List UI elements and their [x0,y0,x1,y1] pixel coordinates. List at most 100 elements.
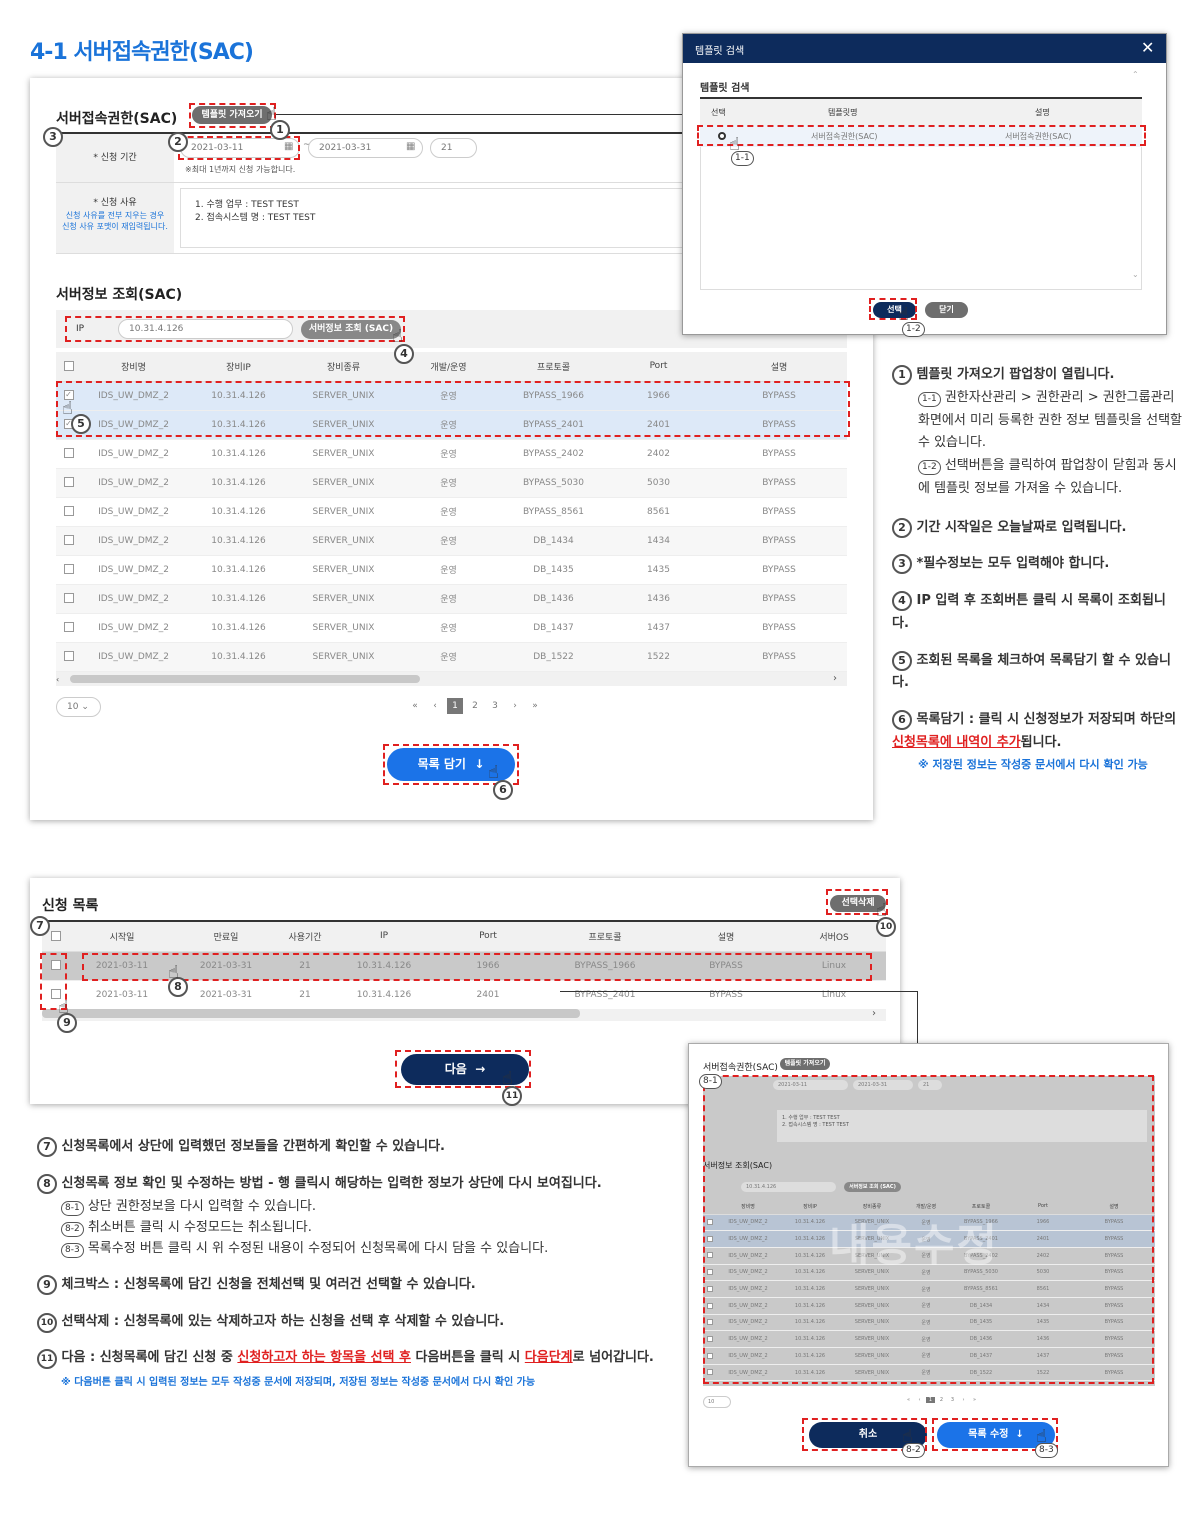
apply-col-header: 프로토콜 [540,922,670,952]
cell-ip: 10.31.4.126 [186,555,291,585]
cell-name: IDS_UW_DMZ_2 [81,439,186,469]
pagination: «‹ 1 2 3 ›» [405,698,545,716]
page-link[interactable]: » [527,698,543,714]
row-checkbox[interactable] [63,622,74,633]
table-row[interactable]: IDS_UW_DMZ_2 10.31.4.126 SERVER_UNIX 운영 DB_1… [56,584,847,614]
page-link[interactable]: › [959,1397,968,1403]
notes-right: 1 템플릿 가져오기 팝업창이 열립니다. 1-1 권한자산관리 > 권한관리 … [892,365,1182,771]
table-row[interactable]: IDS_UW_DMZ_2 10.31.4.126 SERVER_UNIX 운영 DB_1… [56,613,847,643]
cell-type: SERVER_UNIX [291,584,396,614]
table-row[interactable]: IDS_UW_DMZ_2 10.31.4.126 SERVER_UNIX 운영 BYPA… [56,497,847,527]
cell-ip: 10.31.4.126 [186,613,291,643]
cell-type: SERVER_UNIX [291,555,396,585]
apply-col-header: Port [436,922,540,952]
period-label: * 신청 기간 [56,134,174,182]
row-checkbox[interactable] [63,564,74,575]
reason-label-cell: * 신청 사유 신청 사유를 전부 지우는 경우 신청 사유 포맷이 재입력됩니… [56,183,174,253]
cell-start: 2021-03-11 [70,980,174,1010]
cell-name: IDS_UW_DMZ_2 [81,555,186,585]
cell-name: IDS_UW_DMZ_2 [81,497,186,527]
page-link[interactable]: « [407,698,423,714]
cell-desc: BYPASS [711,642,847,672]
cell-port: 1435 [606,555,711,585]
page-title: 4-1 서버접속권한(SAC) [30,40,254,65]
server-col-header: Port [606,352,711,382]
cell-port: 1436 [606,584,711,614]
table-row[interactable]: IDS_UW_DMZ_2 10.31.4.126 SERVER_UNIX 운영 BYPA… [56,468,847,498]
apply-list-title: 신청 목록 [42,898,99,914]
table-row[interactable]: IDS_UW_DMZ_2 10.31.4.126 SERVER_UNIX 운영 DB_1… [56,555,847,585]
cell-port: 1434 [606,526,711,556]
cell-name: IDS_UW_DMZ_2 [81,468,186,498]
page-link[interactable]: 3 [948,1397,957,1403]
reason-note: 신청 사유를 전부 지우는 경우 신청 사유 포맷이 재입력됩니다. [62,211,168,231]
cell-proto: DB_1434 [501,526,606,556]
apply-col-header: 설명 [670,922,782,952]
select-all-checkbox[interactable] [63,361,74,371]
page-link[interactable]: › [507,698,523,714]
cell-ip: 10.31.4.126 [186,584,291,614]
cell-type: SERVER_UNIX [291,468,396,498]
edit-page-size[interactable]: 10 [703,1396,731,1408]
page-link[interactable]: ‹ [915,1397,924,1403]
cell-ip: 10.31.4.126 [186,526,291,556]
horizontal-scrollbar[interactable]: ‹ › [56,672,847,686]
row-checkbox[interactable] [63,651,74,662]
page-size-select[interactable]: 10 ⌄ [56,697,101,717]
edit-section-title: 서버접속권한(SAC) [703,1063,778,1073]
server-col-header: 프로토콜 [501,352,606,382]
cell-port: 8561 [606,497,711,527]
table-row[interactable]: IDS_UW_DMZ_2 10.31.4.126 SERVER_UNIX 운영 DB_1… [56,642,847,672]
cell-ip: 10.31.4.126 [186,642,291,672]
form-section-title: 서버접속권한(SAC) [56,111,178,127]
apply-col-header: 만료일 [174,922,278,952]
table-row[interactable]: IDS_UW_DMZ_2 10.31.4.126 SERVER_UNIX 운영 BYPA… [56,439,847,469]
cell-env: 운영 [396,613,501,643]
table-row[interactable]: IDS_UW_DMZ_2 10.31.4.126 SERVER_UNIX 운영 DB_1… [56,526,847,556]
row-checkbox[interactable] [63,448,74,459]
cell-port: 2402 [606,439,711,469]
cell-proto: BYPASS_8561 [501,497,606,527]
cell-proto: DB_1522 [501,642,606,672]
cell-days: 21 [278,980,332,1010]
popup-close-button[interactable]: 닫기 [925,302,968,318]
page-link[interactable]: 1 [447,698,463,714]
page-link[interactable]: « [904,1397,913,1403]
cell-ip: 10.31.4.126 [186,439,291,469]
apply-col-header: 시작일 [70,922,174,952]
page-link[interactable]: 2 [937,1397,946,1403]
page-link[interactable]: » [970,1397,979,1403]
horizontal-scrollbar[interactable]: › [42,1008,886,1021]
cell-proto: BYPASS_2402 [501,439,606,469]
select-all-checkbox[interactable] [51,931,61,941]
page-link[interactable]: 2 [467,698,483,714]
popup-subtitle: 템플릿 검색 [700,83,750,94]
close-icon[interactable]: ✕ [1141,38,1154,57]
scroll-down-icon[interactable]: ⌄ [1132,270,1139,279]
calendar-icon[interactable]: ▦ [406,141,415,152]
row-checkbox[interactable] [63,506,74,517]
row-checkbox[interactable] [63,593,74,604]
row-checkbox[interactable] [63,477,74,488]
notes-bottom: 7 신청목록에서 상단에 입력했던 정보들을 간편하게 확인할 수 있습니다. … [37,1136,667,1392]
popup-header [683,34,1166,63]
edit-template-button[interactable]: 템플릿 가져오기 [780,1058,830,1070]
scroll-up-icon[interactable]: ⌃ [1132,70,1139,79]
popup-title: 템플릿 검색 [695,46,745,57]
cell-os: Linux [782,980,886,1010]
page-link[interactable]: 3 [487,698,503,714]
cell-ip: 10.31.4.126 [186,497,291,527]
cell-proto: DB_1435 [501,555,606,585]
cell-type: SERVER_UNIX [291,497,396,527]
popup-list [700,125,1142,290]
row-checkbox[interactable] [63,535,74,546]
server-col-header: 장비IP [186,352,291,382]
cell-port: 5030 [606,468,711,498]
period-note: ※최대 1년까지 신청 가능합니다. [185,165,296,174]
cell-env: 운영 [396,468,501,498]
page-link[interactable]: ‹ [427,698,443,714]
cell-env: 운영 [396,555,501,585]
cell-port: 1437 [606,613,711,643]
page-link[interactable]: 1 [926,1397,935,1403]
days-input[interactable]: 21 [430,138,477,158]
